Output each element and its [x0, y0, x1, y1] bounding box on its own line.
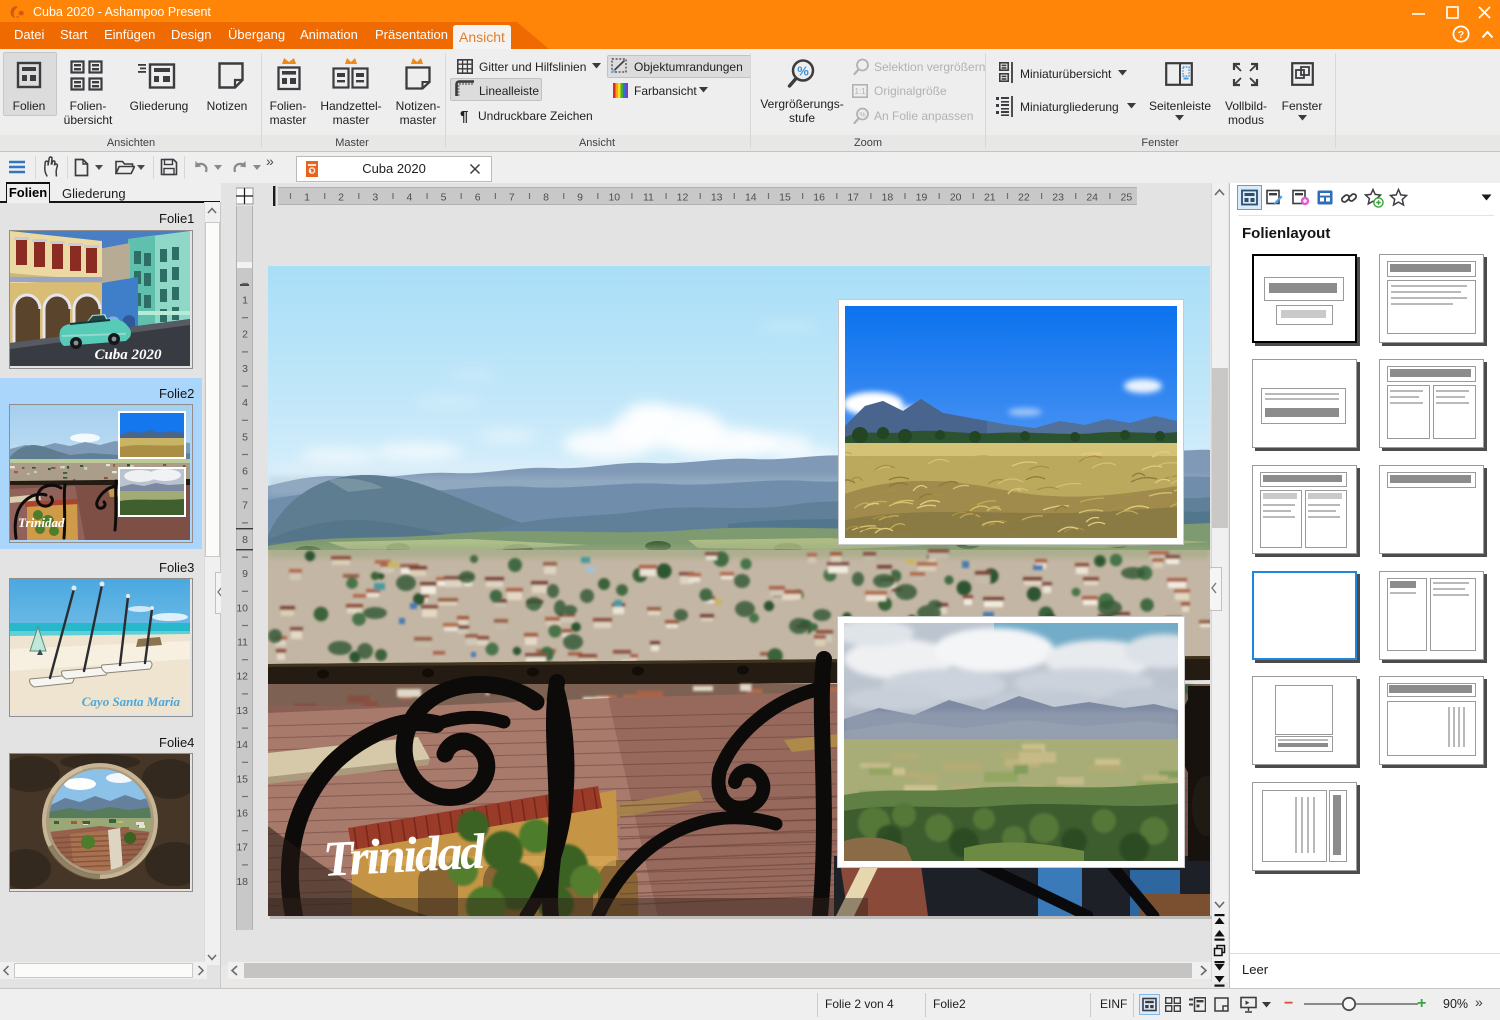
svg-text:10: 10 — [236, 602, 248, 614]
svg-text:23: 23 — [1052, 192, 1064, 204]
svg-text:1: 1 — [242, 295, 248, 307]
svg-text:3: 3 — [242, 363, 248, 375]
svg-text:18: 18 — [882, 192, 894, 204]
svg-text:14: 14 — [236, 739, 248, 751]
svg-text:16: 16 — [813, 192, 825, 204]
svg-text:Cayo Santa Maria: Cayo Santa Maria — [82, 694, 181, 709]
svg-text:6: 6 — [242, 466, 248, 478]
svg-text:7: 7 — [242, 500, 248, 512]
svg-text:20: 20 — [950, 192, 962, 204]
svg-text:1:1: 1:1 — [854, 87, 866, 96]
svg-text:5: 5 — [441, 192, 447, 204]
svg-text:8: 8 — [543, 192, 549, 204]
svg-text:Cuba 2020: Cuba 2020 — [94, 347, 162, 363]
svg-text:15: 15 — [779, 192, 791, 204]
svg-text:17: 17 — [236, 842, 248, 854]
svg-text:11: 11 — [643, 192, 654, 204]
svg-text:12: 12 — [677, 192, 689, 204]
svg-text:7: 7 — [509, 192, 515, 204]
svg-text:8: 8 — [242, 534, 248, 546]
svg-text:11: 11 — [237, 637, 248, 649]
svg-text:2: 2 — [242, 329, 248, 341]
svg-text:21: 21 — [984, 192, 996, 204]
svg-text:16: 16 — [236, 808, 248, 820]
svg-text:2: 2 — [338, 192, 344, 204]
svg-text:15: 15 — [236, 773, 248, 785]
svg-text:25: 25 — [1121, 192, 1133, 204]
svg-text:%: % — [797, 64, 809, 79]
svg-text:6: 6 — [475, 192, 481, 204]
svg-text:13: 13 — [711, 192, 723, 204]
svg-text:1: 1 — [304, 192, 310, 204]
svg-text:3: 3 — [372, 192, 378, 204]
svg-text:Trinidad: Trinidad — [322, 823, 488, 887]
svg-text:9: 9 — [242, 568, 248, 580]
svg-text:9: 9 — [577, 192, 583, 204]
svg-text:17: 17 — [847, 192, 859, 204]
svg-text:10: 10 — [608, 192, 620, 204]
svg-text:4: 4 — [242, 397, 248, 409]
svg-text:18: 18 — [236, 876, 248, 888]
svg-text:Trinidad: Trinidad — [18, 515, 65, 530]
svg-text:4: 4 — [406, 192, 412, 204]
svg-text:?: ? — [1458, 29, 1464, 41]
svg-text:24: 24 — [1086, 192, 1098, 204]
svg-text:19: 19 — [916, 192, 928, 204]
svg-text:12: 12 — [236, 671, 248, 683]
svg-text:%: % — [859, 112, 865, 119]
svg-text:14: 14 — [745, 192, 757, 204]
svg-text:22: 22 — [1018, 192, 1030, 204]
svg-text:5: 5 — [242, 431, 248, 443]
svg-text:13: 13 — [236, 705, 248, 717]
